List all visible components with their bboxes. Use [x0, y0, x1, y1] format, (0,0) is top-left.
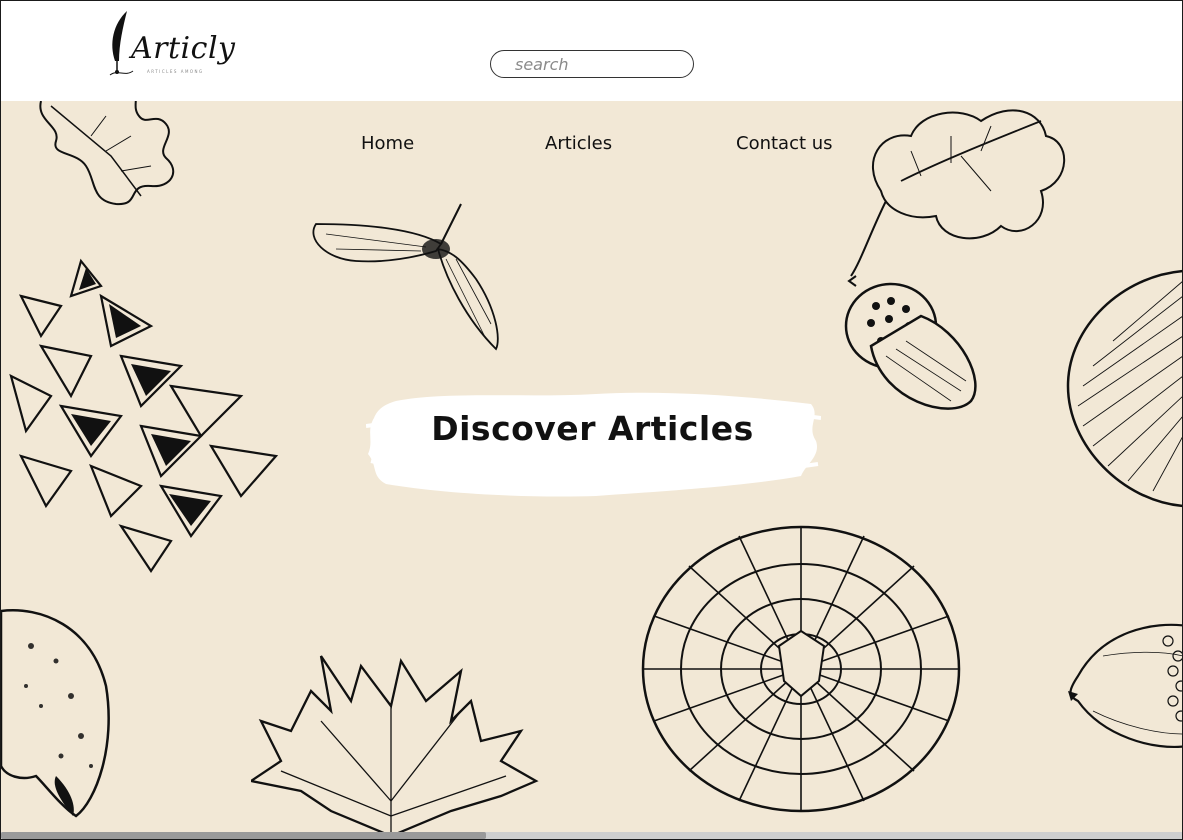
logo-tagline: ARTICLES AMONG	[147, 69, 204, 74]
search-input[interactable]	[490, 50, 694, 78]
nav-item-contact[interactable]: Contact us	[736, 133, 833, 154]
nav-item-articles[interactable]: Articles	[545, 133, 612, 154]
logo-text: Articly	[131, 31, 236, 66]
pinecone-top-icon	[641, 525, 961, 813]
scrollbar-thumb[interactable]	[1, 832, 486, 839]
hero-title: Discover Articles	[431, 409, 754, 448]
site-header: Articly ARTICLES AMONG	[1, 1, 1182, 101]
small-acorn-icon	[1068, 623, 1182, 748]
oak-leaf-icon	[39, 96, 175, 206]
mushroom-icon	[1066, 269, 1182, 508]
logo[interactable]: Articly ARTICLES AMONG	[105, 9, 235, 79]
horizontal-scrollbar[interactable]	[1, 832, 1182, 839]
maple-seed-icon	[312, 203, 499, 351]
walnut-shell-icon	[1, 609, 110, 818]
page-frame: Articly ARTICLES AMONG Home Articles Con…	[0, 0, 1183, 840]
nav-item-home[interactable]: Home	[361, 133, 414, 154]
pinecone-icon	[9, 258, 279, 573]
maple-leaf-icon	[251, 655, 539, 836]
acorn-icon	[844, 109, 1066, 410]
